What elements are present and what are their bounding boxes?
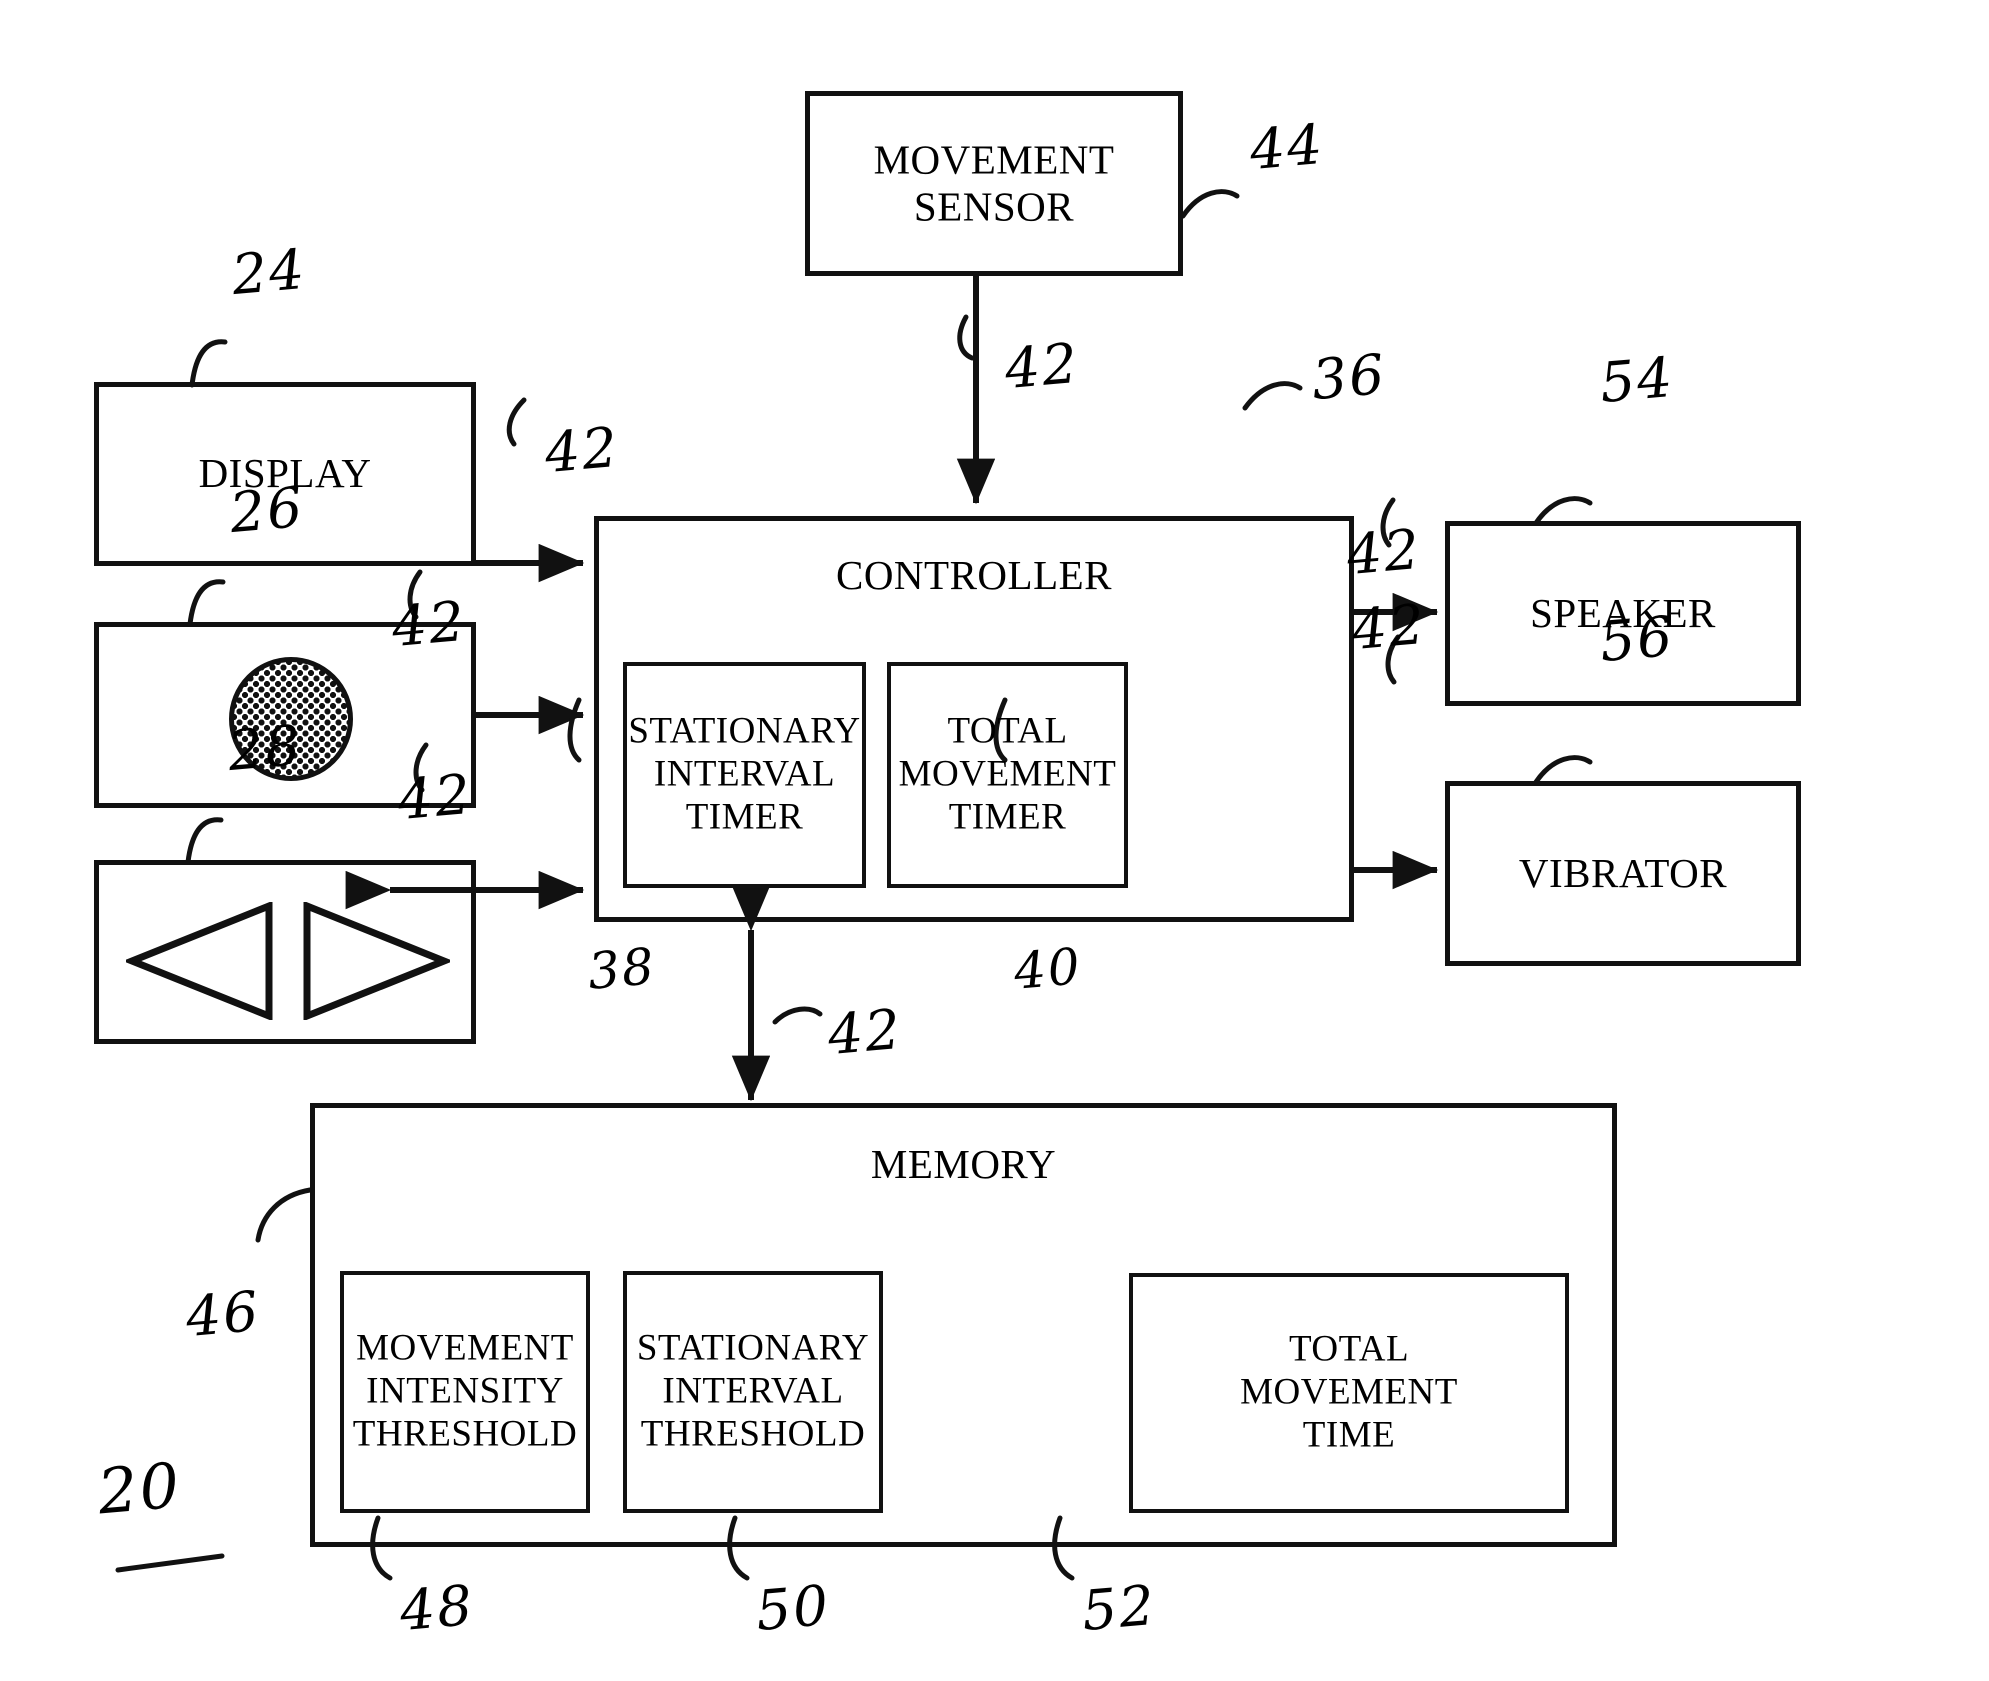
ref-numeral-42-indicator: 42: [389, 588, 469, 660]
ref-numeral-42-memory: 42: [825, 996, 905, 1068]
block-memory-label: MEMORY: [870, 1141, 1057, 1187]
leader-54: [1533, 496, 1593, 526]
ref-numeral-42-speaker: 42: [1344, 516, 1424, 588]
ref-numeral-46: 46: [183, 1278, 263, 1350]
block-total-movement-timer[interactable]: TOTAL MOVEMENT TIMER: [887, 662, 1128, 888]
block-total-movement-timer-label: TOTAL MOVEMENT TIMER: [898, 710, 1117, 838]
ref-numeral-42-vibrator: 42: [1349, 591, 1429, 663]
block-vibrator[interactable]: VIBRATOR: [1445, 781, 1801, 966]
block-movement-intensity-threshold-label: MOVEMENT INTENSITY THRESHOLD: [352, 1327, 578, 1455]
block-stationary-interval-threshold[interactable]: STATIONARY INTERVAL THRESHOLD: [623, 1271, 883, 1513]
ref-numeral-42-display: 42: [542, 414, 622, 486]
block-movement-intensity-threshold[interactable]: MOVEMENT INTENSITY THRESHOLD: [340, 1271, 590, 1513]
leader-46: [255, 1187, 313, 1243]
block-total-movement-time[interactable]: TOTAL MOVEMENT TIME: [1129, 1273, 1569, 1513]
ref-numeral-48: 48: [397, 1572, 477, 1644]
ref-numeral-52: 52: [1079, 1572, 1159, 1644]
leader-36: [1242, 381, 1303, 411]
leader-28: [185, 817, 224, 865]
ref-numeral-42-sensor: 42: [1002, 330, 1082, 402]
leader-42-display: [506, 397, 527, 447]
ref-numeral-36: 36: [1309, 341, 1389, 413]
ref-numeral-26: 26: [227, 474, 307, 546]
block-movement-sensor[interactable]: MOVEMENT SENSOR: [805, 91, 1183, 276]
leader-24: [189, 339, 228, 388]
leader-26: [187, 579, 226, 627]
leader-38: [567, 697, 582, 763]
underline-20: [115, 1553, 225, 1573]
ref-numeral-54: 54: [1597, 344, 1677, 416]
block-controller-label: CONTROLLER: [835, 552, 1113, 598]
right-triangle-icon[interactable]: [300, 902, 450, 1020]
ref-numeral-28: 28: [225, 712, 305, 784]
ref-numeral-24: 24: [229, 236, 309, 308]
leader-56: [1533, 755, 1593, 785]
leader-44: [1180, 189, 1240, 219]
block-movement-sensor-label: MOVEMENT SENSOR: [873, 135, 1115, 230]
block-stationary-interval-threshold-label: STATIONARY INTERVAL THRESHOLD: [636, 1327, 870, 1455]
ref-numeral-50: 50: [753, 1572, 833, 1644]
ref-numeral-44: 44: [1247, 111, 1327, 183]
ref-numeral-40: 40: [1011, 937, 1085, 1001]
block-stationary-interval-timer-label: STATIONARY INTERVAL TIMER: [628, 710, 861, 838]
block-total-movement-time-label: TOTAL MOVEMENT TIME: [1240, 1328, 1458, 1456]
left-triangle-icon[interactable]: [126, 902, 276, 1020]
patent-figure: MOVEMENT SENSOR 44 DISPLAY 24 26 28 CONT…: [0, 0, 1989, 1681]
leader-42-memory: [772, 1006, 823, 1025]
ref-numeral-20: 20: [94, 1448, 184, 1529]
ref-numeral-38: 38: [585, 937, 659, 1001]
ref-numeral-42-buttons: 42: [395, 761, 475, 833]
leader-42-sensor: [957, 314, 975, 361]
block-stationary-interval-timer[interactable]: STATIONARY INTERVAL TIMER: [623, 662, 866, 888]
ref-numeral-56: 56: [1597, 603, 1677, 675]
block-vibrator-label: VIBRATOR: [1518, 849, 1728, 896]
